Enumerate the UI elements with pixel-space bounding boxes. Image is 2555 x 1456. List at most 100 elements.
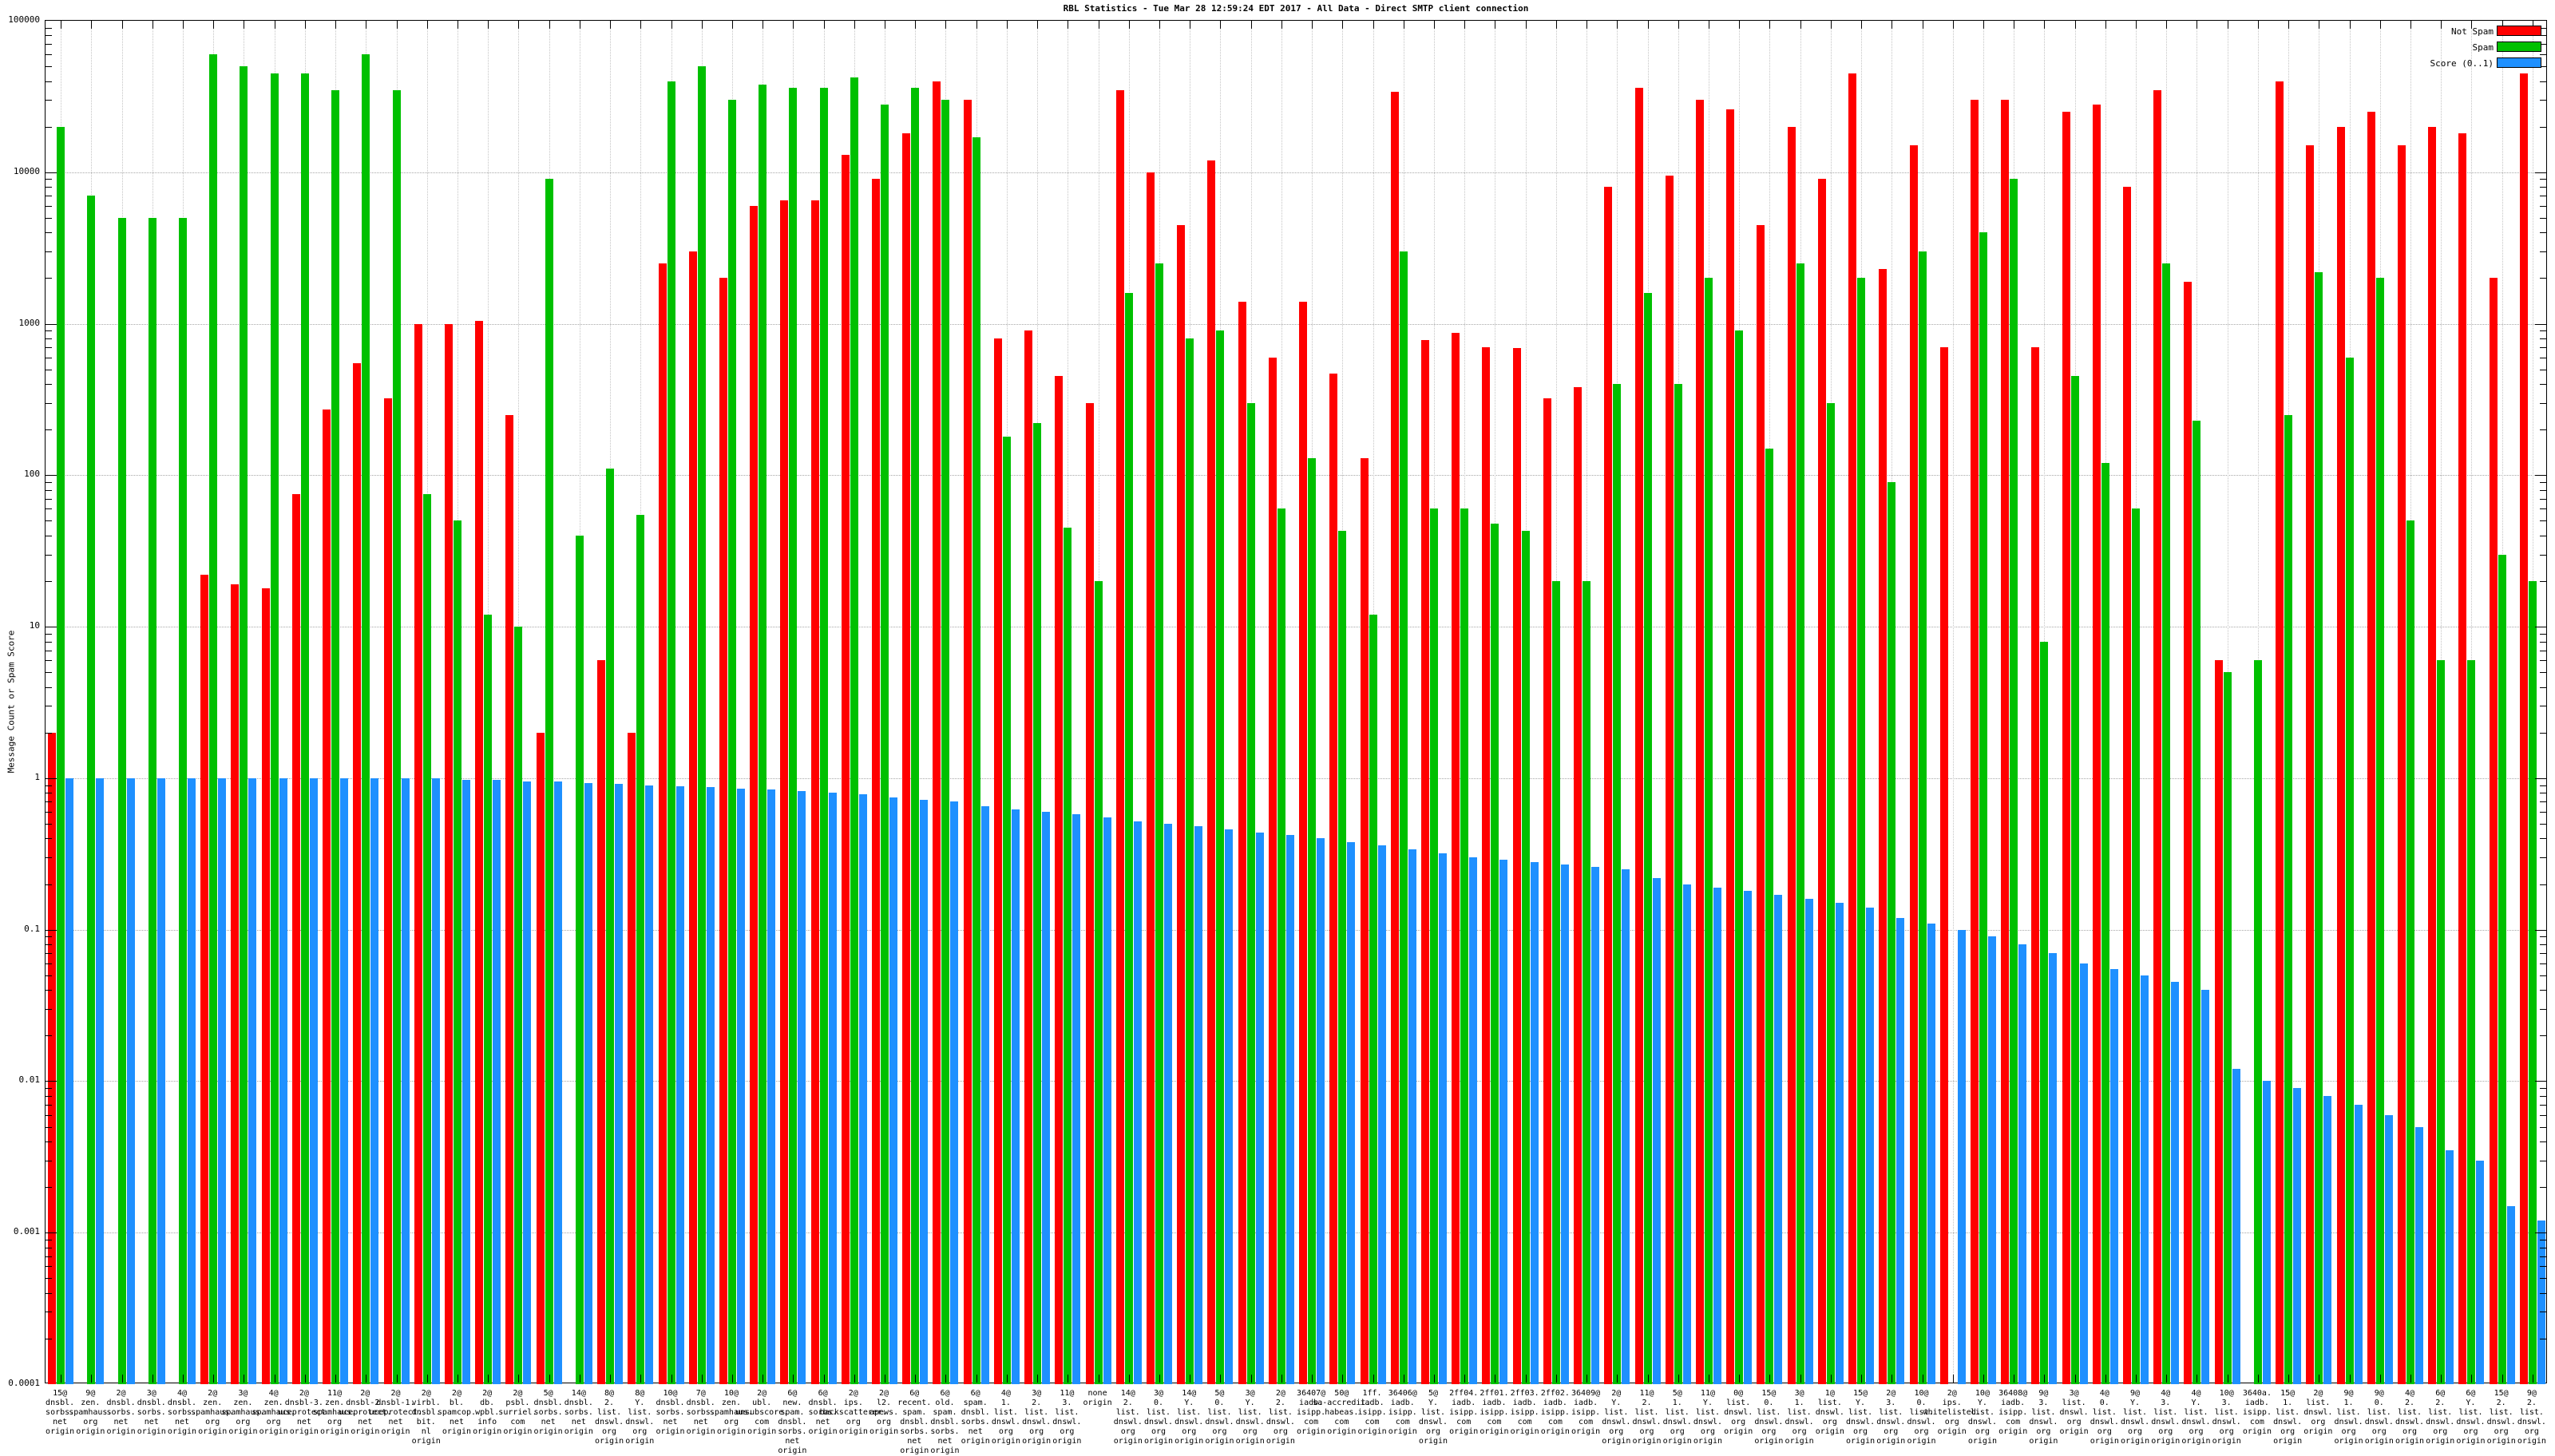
bar-score [188,778,196,1384]
y-tick-major-left [46,172,57,173]
x-tick-label-line: 14@ [1175,1389,1203,1399]
bar-spam [514,627,522,1384]
bar-score [127,778,135,1384]
x-tick-top [1373,21,1374,29]
x-tick-label-line: list. [1785,1408,1814,1418]
x-tick-label-line: list. [1602,1408,1630,1418]
bar-score [981,806,989,1384]
x-tick-label-line: 5@ [534,1389,563,1399]
x-tick-top [1037,21,1038,29]
x-tick-label-line: origin [2029,1437,2058,1446]
x-tick-label-line: 11@ [1693,1389,1722,1399]
y-tick-minor-left [46,482,52,483]
y-tick-label: 100 [0,469,40,479]
bar-not-spam [1666,176,1674,1384]
x-tick-top [1312,21,1313,29]
x-tick-label-line: 8@ [625,1389,654,1399]
x-tick-label-line: list. [1876,1408,1905,1418]
x-tick-top [793,21,794,29]
bar-not-spam [475,321,483,1384]
x-tick-label-line: Y. [1419,1399,1448,1408]
bar-score [248,778,256,1384]
x-tick-label: 2ff04.iadb.isipp.comorigin [1449,1389,1478,1437]
y-tick-minor-left [46,490,52,491]
x-tick-bottom [1953,1375,1954,1383]
y-tick-minor-right [2540,403,2546,404]
y-tick-major-left [46,475,57,476]
x-tick-label-line: org [1052,1427,1081,1437]
x-tick-label-line: 3@ [1236,1389,1265,1399]
bar-spam [1552,581,1560,1384]
plot-area: Not Spam Spam Score (0..1) [45,20,2547,1383]
x-tick-label-line: dnsbl. [930,1418,959,1427]
bar-spam [667,81,675,1384]
bar-score [1713,888,1721,1384]
x-tick-label-line: 9@ [2517,1389,2546,1399]
x-tick-label-line: dnswl. [1602,1418,1630,1427]
bar-score [2507,1206,2515,1384]
y-tick-label: 10000 [0,167,40,176]
y-tick-minor-right [2540,884,2546,885]
x-tick-bottom [1342,1375,1343,1383]
x-tick-label-line: list. [992,1408,1020,1418]
x-tick-bottom [2410,1375,2411,1383]
bar-not-spam [1329,374,1337,1384]
x-tick-label-line: 2. [2395,1399,2424,1408]
x-tick-label-line: isipp. [1388,1408,1417,1418]
x-tick-label-line: 3. [2151,1399,2180,1408]
x-tick-label-line: dnswl. [1724,1408,1753,1418]
bar-spam [484,615,492,1384]
x-tick-label: 1@list.dnswl.orgorigin [1816,1389,1844,1437]
bar-not-spam [994,338,1002,1384]
bar-spam [2406,520,2414,1384]
x-tick-top [1556,21,1557,29]
bar-spam [1308,458,1316,1384]
bar-score [2049,953,2057,1384]
y-tick-minor-left [46,936,52,937]
x-tick-label-line: 9@ [2121,1389,2149,1399]
x-tick-label: 6@old.spam.dnsbl.sorbs.netorigin [930,1389,959,1456]
x-tick-label-line: 3@ [1144,1389,1173,1399]
bar-not-spam [1696,100,1704,1384]
bar-not-spam [933,81,941,1384]
x-tick-label-line: org [2517,1427,2546,1437]
x-tick-label-line: origin [2181,1437,2210,1446]
bar-score [2201,990,2209,1384]
x-tick-label: 36406@iadb.isipp.comorigin [1388,1389,1417,1437]
x-tick-label-line: dnsbl. [106,1399,135,1408]
bar-spam [728,100,736,1384]
x-tick-label-line: com [2243,1418,2272,1427]
bar-not-spam [719,278,727,1384]
x-tick-top [397,21,398,29]
bar-not-spam [505,415,513,1384]
y-tick-minor-left [46,785,52,786]
x-tick-label-line: 14@ [1114,1389,1143,1399]
x-tick-top [945,21,946,29]
y-tick-minor-left [46,1115,52,1116]
x-tick-label-line: list. [2060,1399,2089,1408]
x-tick-label-line: spam. [897,1408,931,1418]
x-tick-label-line: list. [1052,1408,1081,1418]
x-tick-bottom [549,1375,550,1383]
bar-score [1408,849,1416,1384]
x-tick-label-line: 8@ [595,1389,624,1399]
bar-score [1286,835,1294,1384]
x-tick-label-line: org [1754,1427,1783,1437]
x-tick-label-line: origin [1449,1427,1478,1437]
x-tick-label: 15@2.list.dnswl.orgorigin [2487,1389,2516,1446]
x-tick-label-line: origin [473,1427,501,1437]
x-tick-label-line: virbl. [412,1399,441,1408]
bar-score [1744,891,1752,1384]
x-tick-label: 36409@iadb.isipp.comorigin [1571,1389,1600,1437]
x-tick-bottom [1220,1375,1221,1383]
x-tick-label-line: iadb. [1541,1399,1570,1408]
x-tick-label-line: psbl. [498,1399,537,1408]
x-tick-label-line: origin [1632,1437,1661,1446]
bar-score [1317,838,1325,1384]
x-tick-label-line: spamcop. [438,1408,476,1418]
x-tick-label-line: origin [1693,1437,1722,1446]
bar-spam [423,494,431,1384]
x-tick-label: noneorigin [1083,1389,1112,1408]
bar-not-spam [1147,172,1155,1384]
x-tick-label-line: list. [1266,1408,1295,1418]
